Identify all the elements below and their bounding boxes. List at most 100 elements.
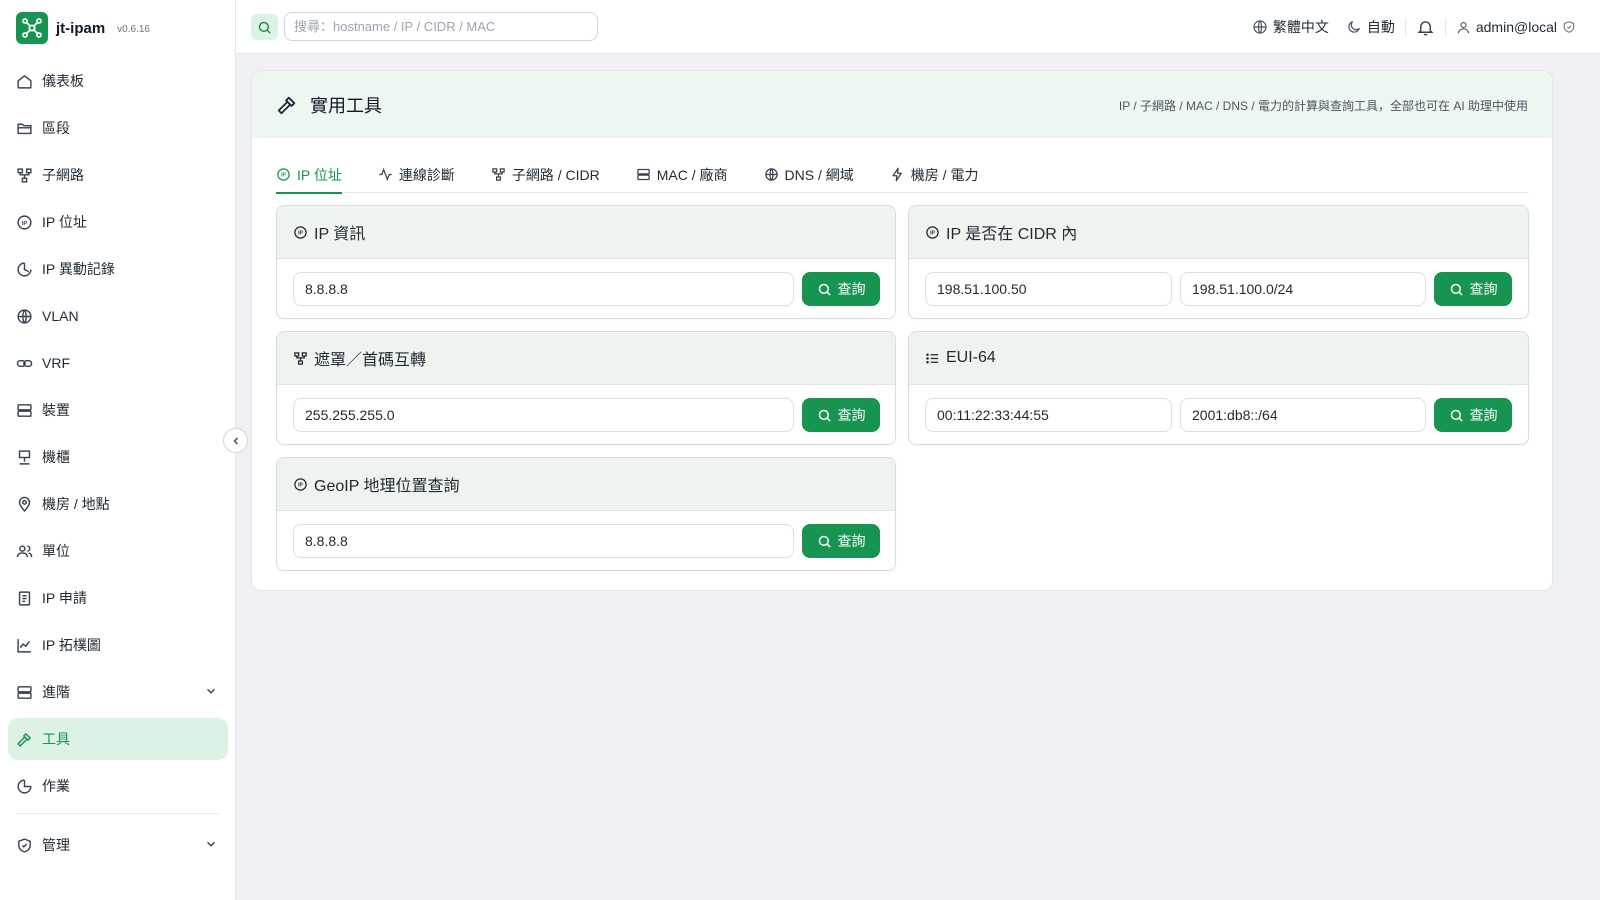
divider [1337, 18, 1338, 36]
theme-label: 自動 [1366, 19, 1395, 35]
tools-card: 實用工具 IP / 子網路 / MAC / DNS / 電力的計算與查詢工具，全… [251, 70, 1553, 591]
sidebar-item-label: 單位 [42, 543, 70, 559]
language-switcher[interactable]: 繁體中文 [1252, 17, 1329, 37]
ip-in-cidr-panel: IP IP 是否在 CIDR 內 查詢 [908, 205, 1529, 319]
eui64-mac-input[interactable] [925, 398, 1172, 432]
sidebar-item-ip-addresses[interactable]: IP IP 位址 [8, 201, 228, 243]
ip-in-cidr-query-button[interactable]: 查詢 [1434, 272, 1512, 306]
sidebar-item-advanced[interactable]: 進階 [8, 671, 228, 713]
panel-header: EUI-64 [909, 332, 1528, 385]
chevron-left-icon [233, 437, 238, 444]
sidebar-item-dashboard[interactable]: 儀表板 [8, 60, 228, 102]
sidebar-item-label: IP 異動記錄 [42, 261, 115, 277]
panel-title: IP 是否在 CIDR 內 [946, 226, 1078, 243]
eui64-prefix-input[interactable] [1180, 398, 1426, 432]
sidebar-item-label: 管理 [42, 837, 70, 853]
tab-datacenter-power[interactable]: 機房 / 電力 [890, 156, 978, 193]
card-header: 實用工具 IP / 子網路 / MAC / DNS / 電力的計算與查詢工具，全… [252, 71, 1552, 138]
ip-info-query-button[interactable]: 查詢 [802, 272, 880, 306]
pie-chart-icon [14, 776, 34, 796]
user-menu[interactable]: admin@local [1456, 19, 1576, 35]
network-icon [294, 351, 307, 365]
tab-label: MAC / 廠商 [656, 166, 728, 183]
topbar: 繁體中文 自動 admin@local [236, 0, 1600, 54]
ip-info-input[interactable] [293, 272, 794, 306]
ip-icon: IP [926, 225, 939, 239]
panel-header: IP IP 資訊 [277, 206, 895, 259]
tab-dns-domain[interactable]: DNS / 網域 [764, 156, 854, 193]
notifications-button[interactable] [1416, 18, 1435, 37]
svg-text:IP: IP [298, 482, 303, 488]
shield-check-icon [1563, 21, 1575, 33]
user-icon [1457, 21, 1469, 33]
sidebar-item-tools[interactable]: 工具 [8, 718, 228, 760]
topbar-actions: 繁體中文 自動 admin@local [1252, 0, 1576, 54]
ip-in-cidr-ip-input[interactable] [925, 272, 1172, 306]
sidebar-item-ip-history[interactable]: IP 異動記錄 [8, 248, 228, 290]
home-icon [14, 71, 34, 91]
panel-title: 遮罩／首碼互轉 [314, 352, 427, 369]
panel-title: IP 資訊 [314, 226, 366, 243]
geoip-query-button[interactable]: 查詢 [802, 524, 880, 558]
chart-line-icon [14, 635, 34, 655]
svg-text:IP: IP [298, 230, 303, 236]
button-label: 查詢 [837, 533, 866, 549]
tab-connectivity[interactable]: 連線診斷 [378, 156, 455, 193]
sidebar-item-subnets[interactable]: 子網路 [8, 154, 228, 196]
sidebar-item-label: 工具 [42, 731, 70, 747]
sidebar-item-label: 區段 [42, 120, 70, 136]
theme-switcher[interactable]: 自動 [1346, 17, 1395, 37]
button-label: 查詢 [1469, 407, 1498, 423]
server-icon [14, 400, 34, 420]
sidebar-item-devices[interactable]: 裝置 [8, 389, 228, 431]
sidebar-item-units[interactable]: 單位 [8, 530, 228, 572]
sidebar-item-locations[interactable]: 機房 / 地點 [8, 483, 228, 525]
sidebar-item-vrf[interactable]: VRF [8, 342, 228, 384]
brand[interactable]: jt-ipam v0.6.16 [0, 0, 235, 56]
tab-subnet-cidr[interactable]: 子網路 / CIDR [491, 156, 600, 193]
divider [1444, 18, 1446, 36]
tab-label: IP 位址 [297, 166, 342, 183]
panel-body: 查詢 [277, 511, 895, 570]
page-title: 實用工具 [310, 95, 382, 116]
panel-body: 查詢 [909, 259, 1528, 318]
hammer-icon [14, 729, 34, 749]
sidebar-item-label: 機房 / 地點 [42, 496, 110, 512]
globe-icon [14, 306, 34, 326]
tab-mac-vendor[interactable]: MAC / 廠商 [636, 156, 728, 193]
server-icon [637, 168, 650, 181]
sidebar-item-jobs[interactable]: 作業 [8, 765, 228, 807]
svg-text:IP: IP [21, 220, 27, 226]
sidebar-item-racks[interactable]: 機櫃 [8, 436, 228, 478]
sidebar-item-label: IP 拓樸圖 [42, 637, 101, 653]
search-icon [1450, 283, 1463, 296]
moon-icon [1348, 21, 1360, 33]
search-icon [818, 283, 831, 296]
sidebar-item-ip-requests[interactable]: IP 申請 [8, 577, 228, 619]
sidebar-collapse-button[interactable] [223, 428, 248, 453]
search-input[interactable] [284, 12, 598, 41]
sidebar: jt-ipam v0.6.16 儀表板 區段 子網路 IP IP 位址 IP 異… [0, 0, 236, 900]
sidebar-divider [16, 813, 220, 814]
mask-prefix-panel: 遮罩／首碼互轉 查詢 [276, 331, 896, 445]
sidebar-item-vlan[interactable]: VLAN [8, 295, 228, 337]
globe-icon [1253, 20, 1267, 34]
sidebar-item-label: VLAN [42, 308, 79, 324]
sidebar-item-admin[interactable]: 管理 [8, 824, 228, 866]
mask-prefix-input[interactable] [293, 398, 794, 432]
tab-ip-address[interactable]: IP IP 位址 [276, 156, 342, 194]
sidebar-item-sections[interactable]: 區段 [8, 107, 228, 149]
document-icon [14, 588, 34, 608]
mask-prefix-query-button[interactable]: 查詢 [802, 398, 880, 432]
chevron-down-icon[interactable] [204, 837, 218, 854]
search-button[interactable] [251, 14, 278, 40]
eui64-query-button[interactable]: 查詢 [1434, 398, 1512, 432]
geoip-input[interactable] [293, 524, 794, 558]
logo-icon [16, 12, 48, 44]
app-version: v0.6.16 [117, 24, 150, 35]
chevron-down-icon[interactable] [204, 684, 218, 701]
search-icon [818, 535, 831, 548]
ip-in-cidr-cidr-input[interactable] [1180, 272, 1426, 306]
sidebar-item-ip-topology[interactable]: IP 拓樸圖 [8, 624, 228, 666]
sidebar-item-label: IP 位址 [42, 214, 87, 230]
